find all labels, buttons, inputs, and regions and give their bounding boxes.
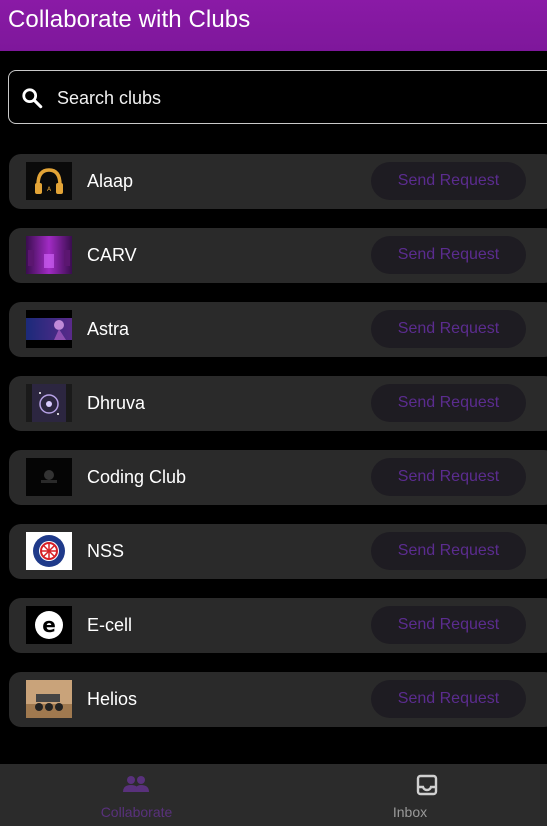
club-logo-carv <box>26 236 72 274</box>
search-field[interactable] <box>8 70 547 125</box>
inbox-icon <box>416 774 438 796</box>
club-card-dhruva: Dhruva Send Request <box>9 376 547 431</box>
send-request-button[interactable]: Send Request <box>371 532 526 570</box>
club-logo-nss <box>26 532 72 570</box>
club-name: Helios <box>87 689 138 709</box>
club-logo-astra <box>26 310 72 348</box>
club-card-alaap: A Alaap Send Request <box>9 154 547 209</box>
search-input[interactable] <box>55 71 479 125</box>
club-name: Coding Club <box>87 467 187 487</box>
nav-label-inbox: Inbox <box>392 804 428 820</box>
club-name: E-cell <box>87 615 133 635</box>
club-name: Astra <box>87 319 130 339</box>
bottom-navigation: Collaborate Inbox <box>0 764 547 826</box>
send-request-button[interactable]: Send Request <box>371 310 526 348</box>
nav-item-inbox[interactable]: Inbox <box>273 764 547 826</box>
send-request-button[interactable]: Send Request <box>371 458 526 496</box>
club-card-nss: NSS Send Request <box>9 524 547 579</box>
club-card-astra: Astra Send Request <box>9 302 547 357</box>
club-name: Dhruva <box>87 393 146 413</box>
club-logo-alaap: A <box>26 162 72 200</box>
club-card-e-cell: e E-cell Send Request <box>9 598 547 653</box>
club-name: NSS <box>87 541 125 561</box>
club-card-helios: Helios Send Request <box>9 672 547 727</box>
club-name: Alaap <box>87 171 134 191</box>
send-request-button[interactable]: Send Request <box>371 606 526 644</box>
send-request-button[interactable]: Send Request <box>371 236 526 274</box>
nav-item-collaborate[interactable]: Collaborate <box>0 764 273 826</box>
send-request-button[interactable]: Send Request <box>371 680 526 718</box>
people-icon <box>123 776 149 792</box>
send-request-button[interactable]: Send Request <box>371 162 526 200</box>
club-logo-helios <box>26 680 72 718</box>
svg-text:e: e <box>42 613 56 637</box>
club-name: CARV <box>87 245 137 265</box>
search-icon <box>22 88 43 109</box>
club-logo-dhruva <box>26 384 72 422</box>
app-bar: Collaborate with Clubs <box>0 0 547 51</box>
club-card-coding-club: Coding Club Send Request <box>9 450 547 505</box>
send-request-button[interactable]: Send Request <box>371 384 526 422</box>
club-card-carv: CARV Send Request <box>9 228 547 283</box>
club-logo-coding-club <box>26 458 72 496</box>
nav-label-collaborate: Collaborate <box>100 804 173 820</box>
page-title: Collaborate with Clubs <box>8 6 251 33</box>
club-logo-e-cell: e <box>26 606 72 644</box>
